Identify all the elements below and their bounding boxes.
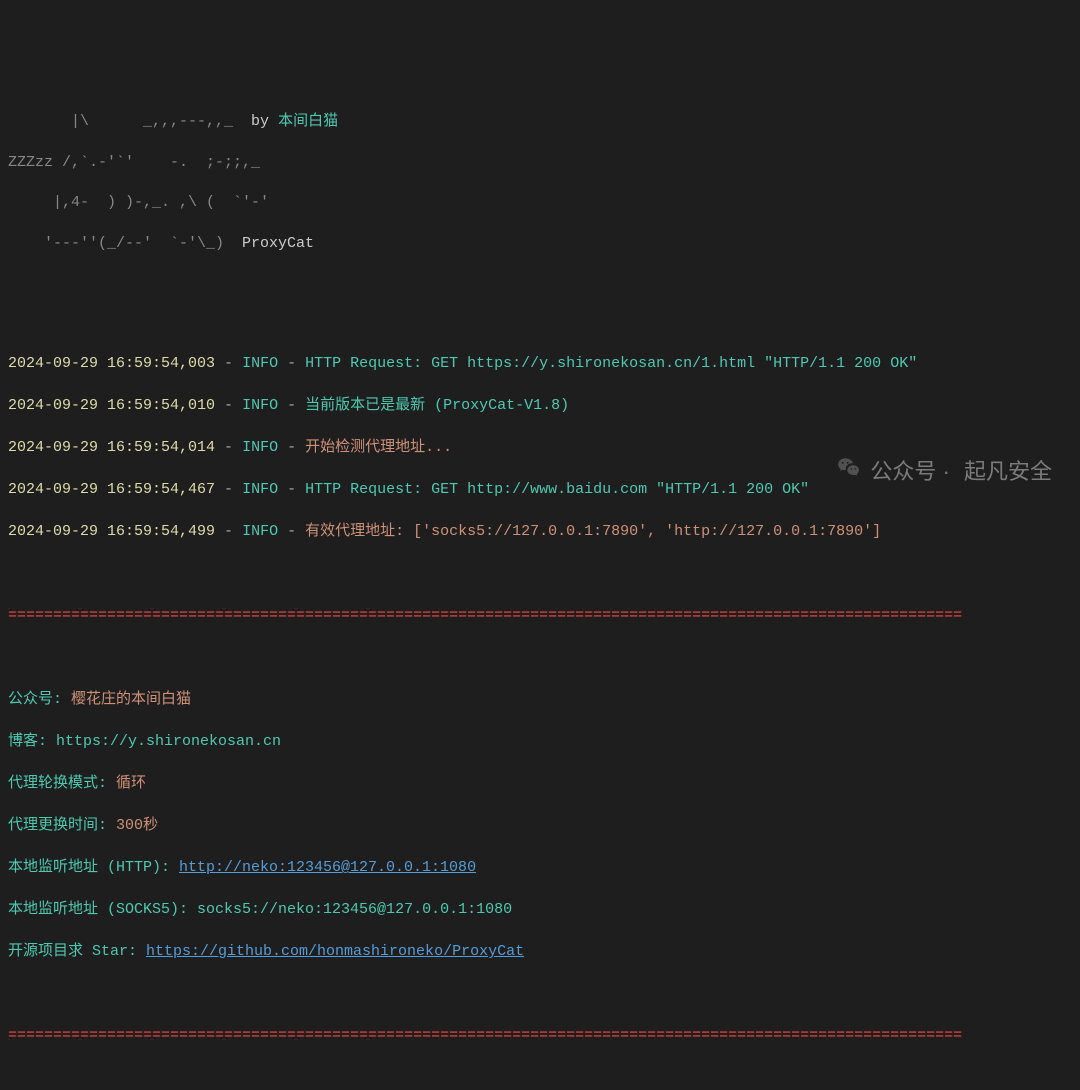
log-sep: - xyxy=(278,481,305,498)
log-message: 开始检测代理地址... xyxy=(305,439,452,456)
divider-top: ========================================… xyxy=(8,605,1072,626)
http-link[interactable]: http://neko:123456@127.0.0.1:1080 xyxy=(179,859,476,876)
log-sep: - xyxy=(215,355,242,372)
ascii-line-4: '---''(_/--' `-'\_) xyxy=(8,235,242,252)
pub-value: 樱花庄的本间白猫 xyxy=(71,691,191,708)
ascii-line-2: ZZZzz /,`.-'`' -. ;-;;,_ xyxy=(8,153,1072,173)
info-line-socks: 本地监听地址 (SOCKS5): socks5://neko:123456@12… xyxy=(8,899,1072,920)
log-sep: - xyxy=(278,523,305,540)
log-message: HTTP Request: GET http://www.baidu.com "… xyxy=(305,481,809,498)
http-label: 本地监听地址 (HTTP): xyxy=(8,859,179,876)
log-message: HTTP Request: GET https://y.shironekosan… xyxy=(305,355,917,372)
ascii-art-block: |\ _,,,---,,_ by 本间白猫 ZZZzz /,`.-'`' -. … xyxy=(8,92,1072,274)
pub-label: 公众号: xyxy=(8,691,71,708)
ascii-line-3: |,4- ) )-,_. ,\ ( `'-' xyxy=(8,193,1072,213)
log-sep: - xyxy=(278,439,305,456)
log-line: 2024-09-29 16:59:54,010 - INFO - 当前版本已是最… xyxy=(8,395,1072,416)
log-sep: - xyxy=(215,481,242,498)
ascii-line-1: |\ _,,,---,,_ xyxy=(8,113,251,130)
star-label: 开源项目求 Star: xyxy=(8,943,146,960)
log-level: INFO xyxy=(242,397,278,414)
log-level: INFO xyxy=(242,355,278,372)
star-link[interactable]: https://github.com/honmashironeko/ProxyC… xyxy=(146,943,524,960)
interval-label: 代理更换时间: xyxy=(8,817,116,834)
log-level: INFO xyxy=(242,439,278,456)
blog-label: 博客: xyxy=(8,733,56,750)
author-name: 本间白猫 xyxy=(278,113,338,130)
socks-value: socks5://neko:123456@127.0.0.1:1080 xyxy=(197,901,512,918)
app-name: ProxyCat xyxy=(242,235,314,252)
info-block: 公众号: 樱花庄的本间白猫 博客: https://y.shironekosan… xyxy=(8,668,1072,983)
wechat-icon xyxy=(812,425,862,521)
log-line: 2024-09-29 16:59:54,499 - INFO - 有效代理地址:… xyxy=(8,521,1072,542)
info-line-pub: 公众号: 樱花庄的本间白猫 xyxy=(8,689,1072,710)
status-line xyxy=(8,1088,1072,1090)
log-ts: 2024-09-29 16:59:54,010 xyxy=(8,397,215,414)
watermark: 公众号 · 起凡安全 xyxy=(812,425,1052,521)
info-line-mode: 代理轮换模式: 循环 xyxy=(8,773,1072,794)
info-line-blog: 博客: https://y.shironekosan.cn xyxy=(8,731,1072,752)
byline-prefix: by xyxy=(251,113,278,130)
interval-value: 300秒 xyxy=(116,817,158,834)
log-sep: - xyxy=(215,523,242,540)
blog-link[interactable]: https://y.shironekosan.cn xyxy=(56,733,281,750)
divider-bottom: ========================================… xyxy=(8,1025,1072,1046)
info-line-interval: 代理更换时间: 300秒 xyxy=(8,815,1072,836)
log-sep: - xyxy=(215,439,242,456)
log-ts: 2024-09-29 16:59:54,003 xyxy=(8,355,215,372)
watermark-label: 公众号 · xyxy=(870,457,956,488)
info-line-http: 本地监听地址 (HTTP): http://neko:123456@127.0.… xyxy=(8,857,1072,878)
mode-value: 循环 xyxy=(116,775,146,792)
log-ts: 2024-09-29 16:59:54,467 xyxy=(8,481,215,498)
log-message: 当前版本已是最新 (ProxyCat-V1.8) xyxy=(305,397,569,414)
socks-label: 本地监听地址 (SOCKS5): xyxy=(8,901,197,918)
log-sep: - xyxy=(215,397,242,414)
log-level: INFO xyxy=(242,523,278,540)
log-message: 有效代理地址: ['socks5://127.0.0.1:7890', 'htt… xyxy=(305,523,881,540)
log-sep: - xyxy=(278,397,305,414)
log-line: 2024-09-29 16:59:54,003 - INFO - HTTP Re… xyxy=(8,353,1072,374)
log-ts: 2024-09-29 16:59:54,014 xyxy=(8,439,215,456)
watermark-name: 起凡安全 xyxy=(964,457,1052,488)
log-level: INFO xyxy=(242,481,278,498)
info-line-star: 开源项目求 Star: https://github.com/honmashir… xyxy=(8,941,1072,962)
mode-label: 代理轮换模式: xyxy=(8,775,116,792)
log-ts: 2024-09-29 16:59:54,499 xyxy=(8,523,215,540)
log-sep: - xyxy=(278,355,305,372)
